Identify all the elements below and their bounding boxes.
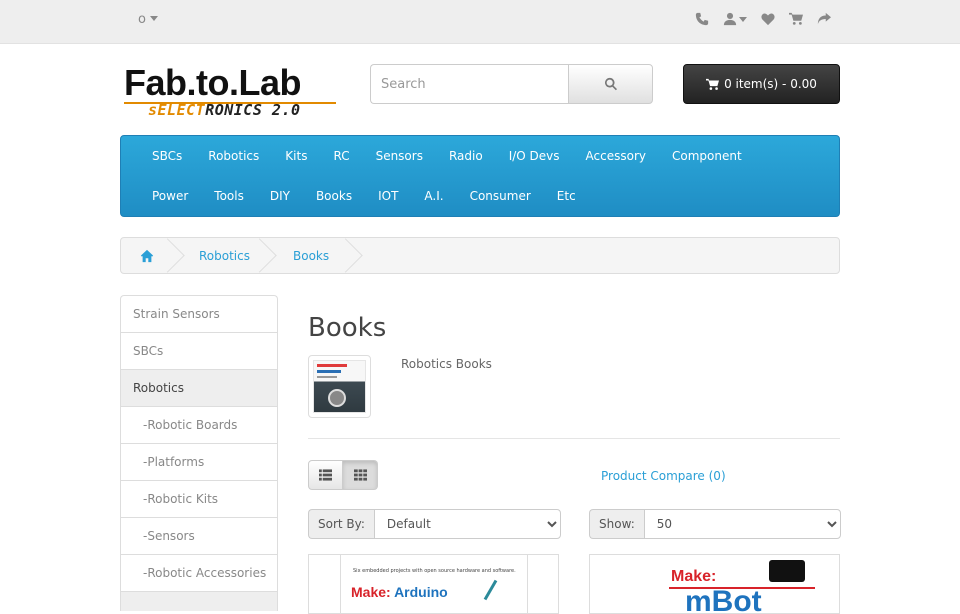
sidebar-item-strain-sensors[interactable]: Strain Sensors bbox=[120, 295, 278, 332]
menu-item-robotics[interactable]: Robotics bbox=[195, 148, 272, 164]
phone-icon[interactable] bbox=[694, 10, 710, 28]
show-control: Show: 50 bbox=[589, 509, 841, 539]
logo[interactable]: Fab.to.Lab sELECTRONICS 2.0 bbox=[124, 64, 338, 122]
breadcrumb-robotics[interactable]: Robotics bbox=[173, 238, 265, 273]
list-view-button[interactable] bbox=[308, 460, 343, 490]
breadcrumb: Robotics Books bbox=[120, 237, 840, 274]
page-title: Books bbox=[308, 313, 387, 343]
menu-item-sensors[interactable]: Sensors bbox=[363, 148, 436, 164]
menu-item-diy[interactable]: DIY bbox=[257, 188, 303, 204]
menu-row-2: Power Tools DIY Books IOT A.I. Consumer … bbox=[139, 188, 589, 204]
menu-item-power[interactable]: Power bbox=[139, 188, 201, 204]
main-menu: SBCs Robotics Kits RC Sensors Radio I/O … bbox=[120, 135, 840, 217]
product-compare-link[interactable]: Product Compare (0) bbox=[601, 469, 726, 483]
top-bar: o bbox=[0, 0, 960, 44]
list-icon bbox=[319, 469, 332, 481]
sort-label: Sort By: bbox=[308, 509, 374, 539]
sort-control: Sort By: Default bbox=[308, 509, 561, 539]
menu-item-accessory[interactable]: Accessory bbox=[573, 148, 659, 164]
grid-icon bbox=[353, 469, 367, 481]
sidebar-item-books[interactable] bbox=[120, 591, 278, 611]
share-icon[interactable] bbox=[816, 10, 832, 28]
menu-item-component[interactable]: Component bbox=[659, 148, 755, 164]
search-bar bbox=[370, 64, 653, 104]
sidebar-item-sbcs[interactable]: SBCs bbox=[120, 332, 278, 369]
product-image[interactable]: Make: mBot bbox=[621, 555, 815, 613]
logo-main-text: Fab.to.Lab bbox=[124, 62, 302, 103]
breadcrumb-books[interactable]: Books bbox=[265, 238, 351, 273]
menu-item-etc[interactable]: Etc bbox=[544, 188, 589, 204]
sort-select[interactable]: Default bbox=[373, 509, 561, 539]
sidebar-item-robotics[interactable]: Robotics bbox=[120, 369, 278, 406]
sidebar-item-robotic-kits[interactable]: -Robotic Kits bbox=[120, 480, 278, 517]
show-select[interactable]: 50 bbox=[643, 509, 841, 539]
category-image bbox=[313, 360, 366, 413]
menu-row-1: SBCs Robotics Kits RC Sensors Radio I/O … bbox=[139, 148, 755, 164]
product-card[interactable]: Make: mBot bbox=[589, 554, 840, 614]
logo-sub-text: sELECTRONICS 2.0 bbox=[148, 101, 301, 119]
divider bbox=[308, 438, 840, 439]
cart-label: 0 item(s) - 0.00 bbox=[724, 77, 817, 91]
product-image[interactable]: Six embedded projects with open source h… bbox=[340, 555, 528, 613]
cart-button[interactable]: 0 item(s) - 0.00 bbox=[683, 64, 840, 104]
chevron-down-icon bbox=[149, 16, 158, 21]
menu-item-sbcs[interactable]: SBCs bbox=[139, 148, 195, 164]
sidebar-item-sensors[interactable]: -Sensors bbox=[120, 517, 278, 554]
sidebar-item-platforms[interactable]: -Platforms bbox=[120, 443, 278, 480]
menu-item-books[interactable]: Books bbox=[303, 188, 365, 204]
menu-item-kits[interactable]: Kits bbox=[272, 148, 320, 164]
view-toggle bbox=[308, 460, 378, 490]
menu-item-consumer[interactable]: Consumer bbox=[457, 188, 544, 204]
sidebar-item-robotic-boards[interactable]: -Robotic Boards bbox=[120, 406, 278, 443]
search-button[interactable] bbox=[568, 64, 653, 104]
account-dropdown[interactable] bbox=[722, 10, 748, 28]
chevron-down-icon bbox=[739, 16, 747, 22]
shopping-cart-icon bbox=[706, 78, 720, 90]
shopping-cart-icon[interactable] bbox=[788, 10, 804, 28]
user-icon bbox=[723, 12, 737, 26]
product-card[interactable]: Six embedded projects with open source h… bbox=[308, 554, 559, 614]
grid-view-button[interactable] bbox=[343, 460, 378, 490]
show-label: Show: bbox=[589, 509, 644, 539]
menu-item-iot[interactable]: IOT bbox=[365, 188, 411, 204]
home-icon bbox=[140, 249, 154, 262]
menu-item-ai[interactable]: A.I. bbox=[411, 188, 456, 204]
category-thumbnail bbox=[308, 355, 371, 418]
category-sidebar: Strain Sensors SBCs Robotics -Robotic Bo… bbox=[120, 295, 278, 611]
sidebar-item-robotic-accessories[interactable]: -Robotic Accessories bbox=[120, 554, 278, 591]
menu-item-io-devs[interactable]: I/O Devs bbox=[496, 148, 573, 164]
search-input[interactable] bbox=[370, 64, 568, 104]
top-links bbox=[694, 10, 832, 28]
menu-item-tools[interactable]: Tools bbox=[201, 188, 257, 204]
currency-dropdown[interactable]: o bbox=[138, 12, 158, 27]
menu-item-rc[interactable]: RC bbox=[320, 148, 362, 164]
category-description: Robotics Books bbox=[401, 357, 492, 371]
breadcrumb-home[interactable] bbox=[121, 238, 173, 273]
search-icon bbox=[604, 77, 617, 91]
heart-icon[interactable] bbox=[760, 10, 776, 28]
menu-item-radio[interactable]: Radio bbox=[436, 148, 496, 164]
